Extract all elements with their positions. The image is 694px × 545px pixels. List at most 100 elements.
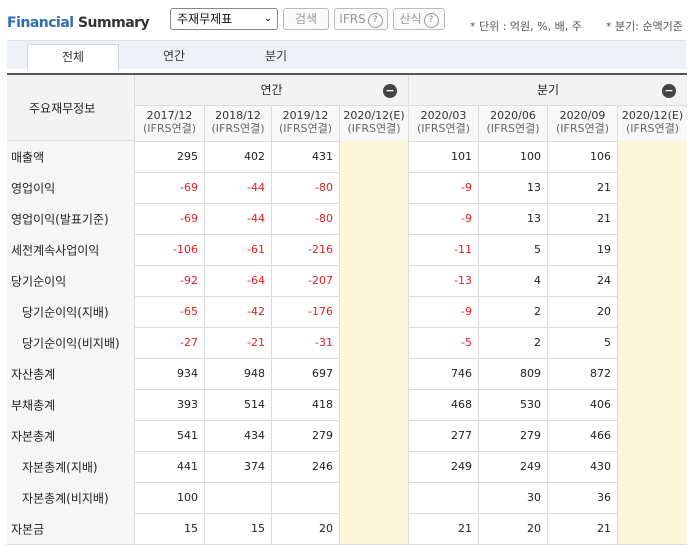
period-header: 2020/09 (IFRS연결) bbox=[547, 106, 617, 141]
collapse-icon[interactable]: − bbox=[662, 84, 676, 98]
value-cell bbox=[339, 327, 408, 358]
value-cell: 809 bbox=[478, 358, 547, 389]
row-label: 부채총계 bbox=[7, 389, 134, 420]
value-cell: -31 bbox=[271, 327, 339, 358]
value-cell bbox=[617, 265, 687, 296]
value-cell: 514 bbox=[204, 389, 271, 420]
value-cell: -9 bbox=[408, 296, 478, 327]
value-cell: 279 bbox=[271, 420, 339, 451]
tab-annual[interactable]: 연간 bbox=[129, 44, 219, 69]
value-cell bbox=[339, 420, 408, 451]
tab-quarterly[interactable]: 분기 bbox=[231, 44, 321, 69]
value-cell bbox=[617, 420, 687, 451]
value-cell bbox=[339, 389, 408, 420]
title-suffix: Summary bbox=[77, 15, 150, 31]
period-basis: (IFRS연결) bbox=[211, 122, 265, 135]
period-header: 2018/12 (IFRS연결) bbox=[204, 106, 271, 141]
search-button[interactable]: 검색 bbox=[283, 8, 329, 30]
unit-note: * 단위 : 억원, %, 배, 주 bbox=[470, 20, 582, 33]
period-date: 2020/12(E) bbox=[621, 109, 684, 122]
value-cell bbox=[339, 358, 408, 389]
statement-type-value: 주재무제표 bbox=[177, 12, 233, 26]
value-cell: -106 bbox=[134, 234, 204, 265]
value-cell: 541 bbox=[134, 420, 204, 451]
row-label-text: 당기순이익 bbox=[11, 274, 67, 288]
question-icon: ? bbox=[367, 13, 383, 28]
value-cell: 434 bbox=[204, 420, 271, 451]
row-label-text: 자본총계(비지배) bbox=[22, 491, 109, 505]
value-cell: 374 bbox=[204, 451, 271, 482]
row-label-text: 매출액 bbox=[11, 150, 45, 164]
value-cell: 21 bbox=[547, 203, 617, 234]
value-cell: 530 bbox=[478, 389, 547, 420]
value-cell: 4 bbox=[478, 265, 547, 296]
value-cell: -80 bbox=[271, 172, 339, 203]
value-cell: -207 bbox=[271, 265, 339, 296]
period-date: 2017/12 bbox=[146, 109, 193, 122]
row-label: 자본총계(비지배) bbox=[7, 482, 134, 513]
row-label-text: 당기순이익(지배) bbox=[22, 305, 109, 319]
value-cell: 5 bbox=[547, 327, 617, 358]
value-cell bbox=[617, 327, 687, 358]
ifrs-help-button[interactable]: IFRS? bbox=[334, 8, 388, 30]
period-date: 2020/09 bbox=[559, 109, 606, 122]
value-cell: -216 bbox=[271, 234, 339, 265]
value-cell bbox=[617, 482, 687, 513]
tab-all[interactable]: 전체 bbox=[27, 44, 119, 70]
value-cell: 36 bbox=[547, 482, 617, 513]
value-cell: 106 bbox=[547, 141, 617, 172]
page-title: Financial Summary bbox=[7, 15, 150, 31]
period-header: 2020/12(E) (IFRS연결) bbox=[617, 106, 687, 141]
value-cell: 466 bbox=[547, 420, 617, 451]
value-cell bbox=[617, 296, 687, 327]
period-header: 2020/03 (IFRS연결) bbox=[408, 106, 478, 141]
value-cell: 697 bbox=[271, 358, 339, 389]
row-label: 매출액 bbox=[7, 141, 134, 172]
formula-help-button[interactable]: 산식? bbox=[393, 8, 445, 30]
value-cell: -9 bbox=[408, 203, 478, 234]
value-cell bbox=[617, 172, 687, 203]
row-label-text: 자본총계(지배) bbox=[22, 460, 98, 474]
row-label-text: 세전계속사업이익 bbox=[11, 243, 100, 257]
annual-group-header: 연간 − bbox=[134, 75, 408, 105]
period-basis: (IFRS연결) bbox=[347, 122, 401, 135]
value-cell: -176 bbox=[271, 296, 339, 327]
row-label: 당기순이익(비지배) bbox=[7, 327, 134, 358]
value-cell bbox=[204, 482, 271, 513]
value-cell: 13 bbox=[478, 203, 547, 234]
period-date: 2018/12 bbox=[215, 109, 261, 122]
value-cell: 101 bbox=[408, 141, 478, 172]
value-cell: -80 bbox=[271, 203, 339, 234]
period-basis: (IFRS연결) bbox=[486, 122, 540, 135]
value-cell: 20 bbox=[478, 513, 547, 544]
value-cell: -27 bbox=[134, 327, 204, 358]
value-cell: 30 bbox=[478, 482, 547, 513]
value-cell: -5 bbox=[408, 327, 478, 358]
value-cell bbox=[617, 513, 687, 544]
chevron-down-icon: ⌄ bbox=[263, 13, 272, 24]
value-cell bbox=[617, 203, 687, 234]
value-cell bbox=[339, 203, 408, 234]
formula-label: 산식 bbox=[399, 12, 422, 26]
period-date: 2020/12(E) bbox=[343, 109, 405, 122]
collapse-icon[interactable]: − bbox=[383, 84, 397, 98]
row-label: 자본총계 bbox=[7, 420, 134, 451]
row-label-text: 영업이익(발표기준) bbox=[11, 212, 109, 226]
annual-group-label: 연간 bbox=[260, 83, 283, 97]
table-row: 자산총계 934 948 697 746 809 872 bbox=[7, 358, 687, 390]
quarter-group-header: 분기 − bbox=[408, 75, 687, 105]
row-label-text: 부채총계 bbox=[11, 398, 56, 412]
value-cell bbox=[339, 234, 408, 265]
row-label-text: 자본총계 bbox=[11, 429, 56, 443]
value-cell: 402 bbox=[204, 141, 271, 172]
statement-type-select[interactable]: 주재무제표 ⌄ bbox=[170, 8, 278, 30]
ifrs-label: IFRS bbox=[339, 12, 366, 26]
value-cell: -42 bbox=[204, 296, 271, 327]
period-basis: (IFRS연결) bbox=[416, 122, 471, 135]
value-cell bbox=[339, 172, 408, 203]
quarter-basis-note: * 분기: 순액기준 bbox=[606, 20, 683, 33]
value-cell: 5 bbox=[478, 234, 547, 265]
value-cell: -64 bbox=[204, 265, 271, 296]
period-basis: (IFRS연결) bbox=[142, 122, 197, 135]
value-cell: 418 bbox=[271, 389, 339, 420]
